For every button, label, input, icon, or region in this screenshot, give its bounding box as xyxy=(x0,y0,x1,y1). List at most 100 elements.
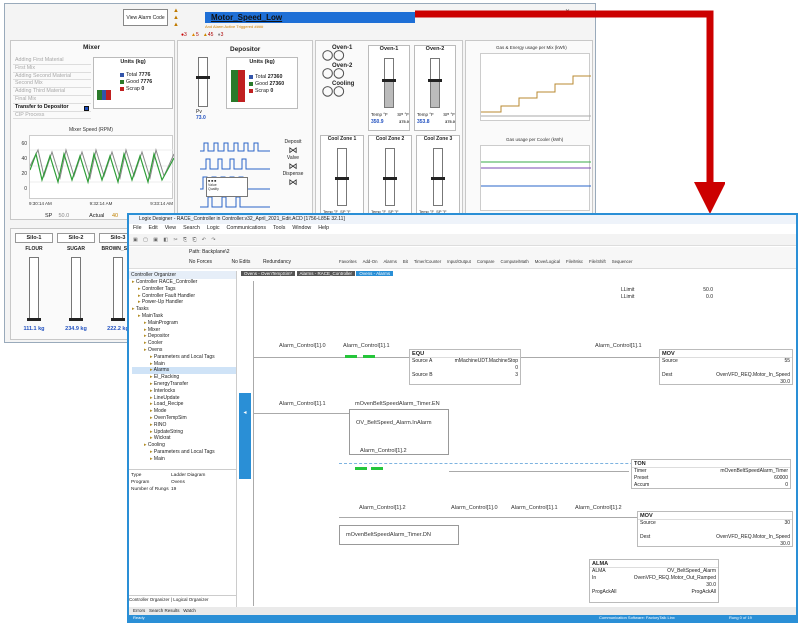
instr-tab-move-logical[interactable]: Move/Logical xyxy=(535,259,560,264)
instr-tab-compare[interactable]: Compare xyxy=(477,259,495,264)
tab-watch[interactable]: Watch xyxy=(183,608,196,613)
tree-item[interactable]: ▸ UpdateString xyxy=(132,429,236,436)
alma-block[interactable]: ALMA ALMA OV_BeltSpeed_Alarm In OvenVFD_RE… xyxy=(589,559,719,603)
instr-tab-file-misc[interactable]: File/Misc xyxy=(566,259,583,264)
menu-communications[interactable]: Communications xyxy=(227,225,266,231)
tree-item[interactable]: ▸ Controller Tags xyxy=(132,286,236,293)
tree-item[interactable]: ▸ Controller RACE_Controller xyxy=(132,279,236,286)
instr-tab-input-output[interactable]: Input/Output xyxy=(447,259,471,264)
tab-logical-organizer[interactable]: Logical Organizer xyxy=(173,597,208,602)
tree-item[interactable]: ▸ Depositor xyxy=(132,333,236,340)
force-edit-status: No Forces No Edits Redundancy xyxy=(189,259,292,265)
rung-selector[interactable]: ◂ xyxy=(239,393,251,479)
silo-2-level-bar xyxy=(69,257,83,321)
tree-item-label: Mode xyxy=(153,408,167,415)
instr-tab-timer-counter[interactable]: Timer/Counter xyxy=(414,259,441,264)
instr-tab-bit[interactable]: Bit xyxy=(403,259,408,264)
tree-item[interactable]: ▸ Main xyxy=(132,456,236,463)
rung2-mov-block[interactable]: MOV Source 30 Dest OvenVFD_REQ.Motor_In_Sp… xyxy=(637,511,793,547)
cool-zone1-box: Cool Zone 1 Temp °F SP °F xyxy=(320,135,364,217)
tree-item-label: LineUpdate xyxy=(153,394,180,401)
instr-tab-file-shift[interactable]: File/Shift xyxy=(589,259,606,264)
tree-item[interactable]: ▸ Alarms xyxy=(132,367,236,375)
tree-item[interactable]: ▸ LineUpdate xyxy=(132,395,236,402)
tab-oventempsim[interactable]: Ovens - OvenTempSim* xyxy=(241,271,296,276)
rung1-contact2[interactable]: Alarm_Control[1].1 xyxy=(343,343,390,349)
instr-tab-favorites[interactable]: Favorites xyxy=(339,259,357,264)
tree-item[interactable]: ▸ Load_Recipe xyxy=(132,401,236,408)
tree-item[interactable]: ▸ OvenTempSim xyxy=(132,415,236,422)
tab-search-results[interactable]: Search Results xyxy=(149,608,180,613)
rung2-branch-contact[interactable]: Alarm_Control[1].2 xyxy=(360,448,407,454)
rung2-ton-block[interactable]: TON Timer mOvenBeltSpeedAlarm_Timer Prese… xyxy=(631,459,791,489)
rung2-contact1[interactable]: Alarm_Control[1].1 xyxy=(279,401,326,407)
rung2-contact4[interactable]: Alarm_Control[1].0 xyxy=(451,505,498,511)
instr-tab-add-on[interactable]: Add-On xyxy=(363,259,378,264)
silo-2-title: Silo-2 xyxy=(57,233,95,243)
alarm-title-bar[interactable]: Motor_Speed_Low xyxy=(205,12,415,23)
rung1-contact1[interactable]: Alarm_Control[1].0 xyxy=(279,343,326,349)
rung2-contact6[interactable]: Alarm_Control[1].2 xyxy=(575,505,622,511)
organizer-bottom-tabs: Controller Organizer | Logical Organizer xyxy=(129,595,236,603)
menu-edit[interactable]: Edit xyxy=(149,225,158,231)
document-tabs: Ovens - OvenTempSim* Alarms - RACE_Contr… xyxy=(241,271,394,279)
rung2-dn-contact[interactable]: mOvenBeltSpeedAlarm_Timer.DN xyxy=(346,532,431,538)
tree-item[interactable]: ▸ Controller Fault Handler xyxy=(132,293,236,300)
oven1-temp-box: Oven-1 Temp °F SP °F 350.9 375.0 xyxy=(368,45,410,131)
view-alarm-code-button[interactable]: View Alarm Code xyxy=(123,9,168,26)
rung2-contact5[interactable]: Alarm_Control[1].1 xyxy=(511,505,558,511)
rung1-contact2-energized xyxy=(345,355,357,358)
tab-alarms-controller[interactable]: Alarms - RACE_Controller xyxy=(296,271,356,276)
tree-item[interactable]: ▸ Cooler xyxy=(132,340,236,347)
property-row: Number of Rungs 19 xyxy=(131,487,177,492)
silo-2-material: SUGAR xyxy=(66,246,86,252)
tree-item[interactable]: ▸ El_Racking xyxy=(132,374,236,381)
tree-item[interactable]: ▸ Mode xyxy=(132,408,236,415)
tree-item[interactable]: ▸ Wickrat xyxy=(132,435,236,442)
tree-item-label: Main xyxy=(153,455,165,462)
mixer-y-ticks: 60 40 20 0 xyxy=(21,141,27,192)
tree-item[interactable]: ▸ Parameters and Local Tags xyxy=(132,449,236,456)
tree-item[interactable]: ▸ Mixer xyxy=(132,327,236,334)
rung1-mov-block[interactable]: MOV Source 55 Dest OvenVFD_REQ.Motor_In_Sp… xyxy=(659,349,793,385)
tree-item[interactable]: ▸ Cooling xyxy=(132,442,236,449)
tree-item[interactable]: ▸ Parameters and Local Tags xyxy=(132,354,236,361)
menu-logic[interactable]: Logic xyxy=(207,225,220,231)
tree-item[interactable]: ▸ MainTask xyxy=(132,313,236,320)
instr-tab-alarms[interactable]: Alarms xyxy=(383,259,396,264)
mixer-step-6: Transfer to Depositor xyxy=(13,104,91,112)
tree-item[interactable]: ▸ EnergyTransfer xyxy=(132,381,236,388)
controller-organizer: Controller Organizer ▸ Controller RACE_C… xyxy=(129,271,237,609)
tree-item[interactable]: ▸ Power-Up Handler xyxy=(132,299,236,306)
rung1-equ-block[interactable]: EQU Source AmMachineUDT.MachineStop 0 So… xyxy=(409,349,521,385)
menu-help[interactable]: Help xyxy=(318,225,329,231)
active-step-indicator-icon xyxy=(84,105,89,111)
rung2-contact2[interactable]: mOvenBeltSpeedAlarm_Timer.EN xyxy=(355,401,440,407)
tab-errors[interactable]: Errors xyxy=(133,608,145,613)
rung1-contact3[interactable]: Alarm_Control[1].1 xyxy=(595,343,642,349)
tab-ovens-alarms[interactable]: Ovens - Alarms xyxy=(356,271,394,276)
tree-item[interactable]: ▸ MainProgram xyxy=(132,320,236,327)
instr-tab-compute-math[interactable]: Compute/Math xyxy=(501,259,529,264)
depositor-units-bar xyxy=(231,70,245,102)
menu-tools[interactable]: Tools xyxy=(273,225,285,231)
property-row: Type Ladder Diagram xyxy=(131,473,206,478)
rung2-contact3[interactable]: Alarm_Control[1].2 xyxy=(359,505,406,511)
rung2-branch-tag[interactable]: OV_BeltSpeed_Alarm.InAlarm xyxy=(356,420,432,426)
tree-item-label: EnergyTransfer xyxy=(153,380,189,387)
menu-search[interactable]: Search xyxy=(183,225,200,231)
menu-view[interactable]: View xyxy=(165,225,176,231)
menu-window[interactable]: Window xyxy=(292,225,311,231)
depositor-tooltip: ■ ■ ■ Value Quality xyxy=(206,177,248,197)
tree-item[interactable]: ▸ Main xyxy=(132,361,236,368)
depositor-timing-waves xyxy=(200,142,270,208)
mixer-speed-line xyxy=(29,148,175,185)
menu-file[interactable]: File xyxy=(133,225,142,231)
tree-item[interactable]: ▸ RINO xyxy=(132,422,236,429)
tree-item[interactable]: ▸ Ovens xyxy=(132,347,236,354)
tree-item[interactable]: ▸ Tasks xyxy=(132,306,236,313)
oven1-rollers-icon: ◯◯ xyxy=(322,50,345,61)
tree-item[interactable]: ▸ Interlocks xyxy=(132,388,236,395)
instr-tab-sequencer[interactable]: Sequencer xyxy=(612,259,633,264)
tab-controller-organizer[interactable]: Controller Organizer xyxy=(129,597,170,602)
